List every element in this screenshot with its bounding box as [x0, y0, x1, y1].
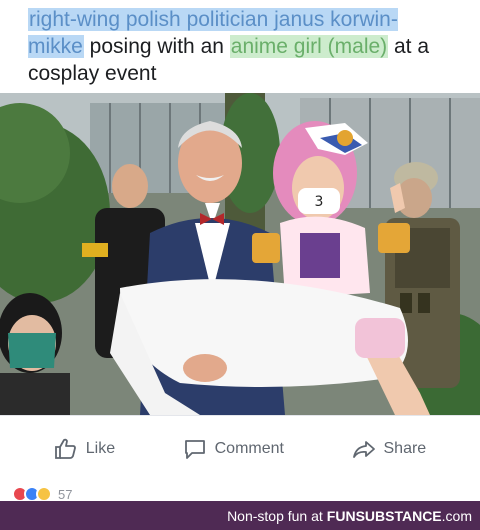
like-label: Like [85, 439, 116, 457]
caption-highlight-anime: anime girl (male) [229, 35, 389, 58]
post-actions-bar: Like Comment Share [0, 415, 480, 481]
post-caption: right-wing polish politician janus korwi… [28, 6, 452, 87]
comment-label: Comment [214, 439, 284, 457]
site-footer-banner: Non-stop fun at FUNSUBSTANCE .com [0, 501, 480, 530]
reaction-count: 57 [58, 486, 73, 502]
share-label: Share [383, 439, 427, 457]
haha-reaction-icon [36, 486, 52, 502]
cosplay-photo-illustration: 3 [0, 93, 480, 415]
footer-brand-name: FUNSUBSTANCE [326, 507, 442, 524]
footer-domain: .com [441, 507, 472, 524]
post-photo[interactable]: 3 [0, 93, 480, 415]
speech-bubble-icon [184, 439, 205, 459]
footer-tagline: Non-stop fun at [227, 507, 323, 524]
post-caption-area: right-wing polish politician janus korwi… [0, 0, 480, 93]
mask-number-text: 3 [315, 194, 324, 210]
comment-button[interactable]: Comment [183, 437, 284, 461]
share-arrow-icon [352, 440, 375, 458]
caption-text-middle: posing with an [83, 35, 230, 58]
like-button[interactable]: Like [54, 437, 115, 461]
thumbs-up-icon [54, 438, 76, 459]
share-button[interactable]: Share [352, 437, 427, 461]
reactions-summary[interactable]: 57 [12, 486, 72, 502]
